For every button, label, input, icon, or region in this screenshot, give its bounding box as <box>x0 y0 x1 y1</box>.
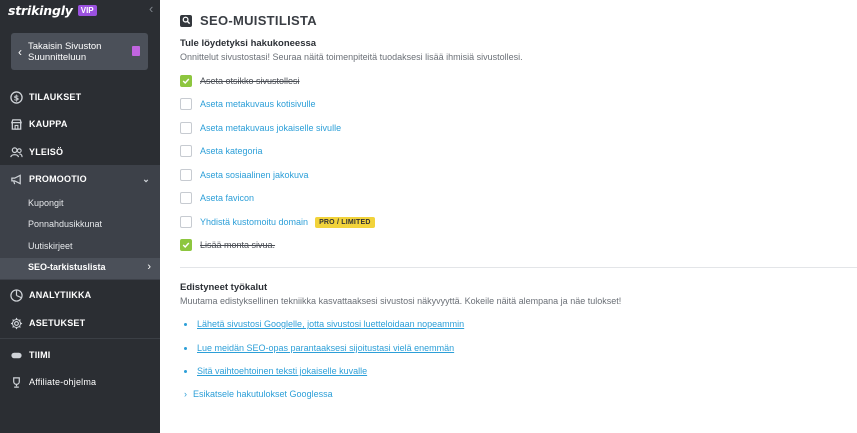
checklist-item-social[interactable]: Aseta sosiaalinen jakokuva <box>180 168 309 182</box>
link-seo-guide-label[interactable]: Lue meidän SEO-opas parantaaksesi sijoit… <box>197 343 454 353</box>
checklist-item-label[interactable]: Aseta kategoria <box>200 146 263 156</box>
checklist-item-domain[interactable]: Yhdistä kustomoitu domain PRO / LIMITED <box>180 215 375 229</box>
section-heading-findable: Tule löydetyksi hakukoneessa <box>180 38 317 49</box>
link-submit-google-label[interactable]: Lähetä sivustosi Googlelle, jotta sivust… <box>197 319 464 329</box>
checklist-item-title[interactable]: Aseta otsikko sivustollesi <box>180 74 300 88</box>
nav-affiliate[interactable]: Affiliate-ohjelma <box>0 368 160 396</box>
section-heading-advanced: Edistyneet työkalut <box>180 282 268 293</box>
sub-item-newsletters[interactable]: Uutiskirjeet <box>28 241 73 251</box>
sidebar: strikingly VIP ‹ ‹ Takaisin Sivuston Suu… <box>0 0 160 433</box>
page-header: SEO-MUISTILISTA <box>180 13 317 28</box>
users-icon <box>10 146 23 159</box>
page-title: SEO-MUISTILISTA <box>200 13 317 28</box>
preview-search-results-label[interactable]: Esikatsele hakutulokset Googlessa <box>193 389 333 399</box>
chevron-down-icon: ⌄ <box>142 173 150 184</box>
svg-text:$: $ <box>14 93 20 102</box>
checkbox[interactable] <box>180 192 192 204</box>
checklist-item-label[interactable]: Aseta sosiaalinen jakokuva <box>200 170 309 180</box>
vip-badge: VIP <box>77 4 97 16</box>
nav-analytics-label: ANALYTIIKKA <box>29 290 92 300</box>
checkbox[interactable] <box>180 145 192 157</box>
link-alt-text[interactable]: Sitä vaihtoehtoinen teksti jokaiselle ku… <box>184 365 367 377</box>
store-icon <box>10 118 23 131</box>
search-icon <box>180 14 192 27</box>
team-icon <box>10 349 23 362</box>
checklist-item-meta-home[interactable]: Aseta metakuvaus kotisivulle <box>180 97 316 111</box>
checklist-item-meta-each[interactable]: Aseta metakuvaus jokaiselle sivulle <box>180 121 341 135</box>
nav-promotion-label: PROMOOTIO <box>29 174 87 184</box>
link-alt-text-label[interactable]: Sitä vaihtoehtoinen teksti jokaiselle ku… <box>197 366 367 376</box>
link-submit-google[interactable]: Lähetä sivustosi Googlelle, jotta sivust… <box>184 318 464 330</box>
megaphone-icon <box>10 173 23 186</box>
link-seo-guide[interactable]: Lue meidän SEO-opas parantaaksesi sijoit… <box>184 342 454 354</box>
nav-settings[interactable]: ASETUKSET <box>0 309 160 337</box>
main-content: SEO-MUISTILISTA Tule löydetyksi hakukone… <box>160 0 857 433</box>
bullet-dot <box>184 346 187 350</box>
pro-limited-badge: PRO / LIMITED <box>315 216 375 228</box>
sidebar-divider <box>0 338 160 339</box>
checklist-item-label[interactable]: Aseta favicon <box>200 193 254 203</box>
checklist-item-label[interactable]: Aseta metakuvaus jokaiselle sivulle <box>200 123 341 133</box>
nav-promotion[interactable]: PROMOOTIO ⌄ <box>0 165 160 193</box>
sub-item-popups[interactable]: Ponnahdusikkunat <box>28 219 102 229</box>
sub-item-seo-checklist[interactable]: SEO-tarkistuslista › <box>0 258 160 279</box>
chevron-right-icon: › <box>147 261 151 273</box>
collapse-sidebar-icon[interactable]: ‹ <box>149 1 153 16</box>
back-to-editor-button[interactable]: ‹ Takaisin Sivuston Suunnitteluun <box>11 33 148 70</box>
section-desc-findable: Onnittelut sivustostasi! Seuraa näitä to… <box>180 52 523 62</box>
chevron-right-icon: › <box>184 389 187 399</box>
section-desc-advanced: Muutama edistyksellinen tekniikka kasvat… <box>180 296 622 306</box>
bullet-dot <box>184 369 187 373</box>
trophy-icon <box>10 376 23 389</box>
back-to-editor-label: Takaisin Sivuston Suunnitteluun <box>28 40 102 63</box>
nav-orders-label: TILAUKSET <box>29 92 82 102</box>
nav-affiliate-label: Affiliate-ohjelma <box>29 377 97 387</box>
checklist-item-label[interactable]: Yhdistä kustomoitu domain <box>200 217 308 227</box>
checklist-item-label[interactable]: Aseta metakuvaus kotisivulle <box>200 99 316 109</box>
page-icon <box>132 46 140 56</box>
checkbox-checked[interactable] <box>180 239 192 251</box>
nav-audience-label: YLEISÖ <box>29 147 64 157</box>
checklist-item-pages[interactable]: Lisää monta sivua. <box>180 238 275 252</box>
nav-orders[interactable]: $ TILAUKSET <box>0 83 160 111</box>
dollar-icon: $ <box>10 90 23 104</box>
nav-analytics[interactable]: ANALYTIIKKA <box>0 281 160 309</box>
checkbox[interactable] <box>180 216 192 228</box>
preview-search-results[interactable]: › Esikatsele hakutulokset Googlessa <box>184 389 333 399</box>
checklist-item-label: Aseta otsikko sivustollesi <box>200 76 300 86</box>
sub-item-seo-label: SEO-tarkistuslista <box>28 262 106 272</box>
brand[interactable]: strikingly VIP <box>8 2 97 18</box>
sub-item-coupons[interactable]: Kupongit <box>28 198 64 208</box>
nav-settings-label: ASETUKSET <box>29 318 86 328</box>
gear-icon <box>10 317 23 330</box>
nav-team-label: TIIMI <box>29 350 51 360</box>
checklist-item-label: Lisää monta sivua. <box>200 240 276 250</box>
checklist-item-favicon[interactable]: Aseta favicon <box>180 191 254 205</box>
strikingly-logo: strikingly <box>8 2 73 18</box>
checkbox-checked[interactable] <box>180 75 192 87</box>
checklist-item-category[interactable]: Aseta kategoria <box>180 144 263 158</box>
analytics-icon <box>10 288 23 302</box>
checkbox[interactable] <box>180 98 192 110</box>
chevron-left-icon: ‹ <box>18 44 22 59</box>
nav-store-label: KAUPPA <box>29 119 68 129</box>
bullet-dot <box>184 322 187 326</box>
nav-audience[interactable]: YLEISÖ <box>0 138 160 166</box>
checkbox[interactable] <box>180 169 192 181</box>
nav-team[interactable]: TIIMI <box>0 341 160 369</box>
section-divider <box>180 267 857 268</box>
checkbox[interactable] <box>180 122 192 134</box>
nav-store[interactable]: KAUPPA <box>0 110 160 138</box>
